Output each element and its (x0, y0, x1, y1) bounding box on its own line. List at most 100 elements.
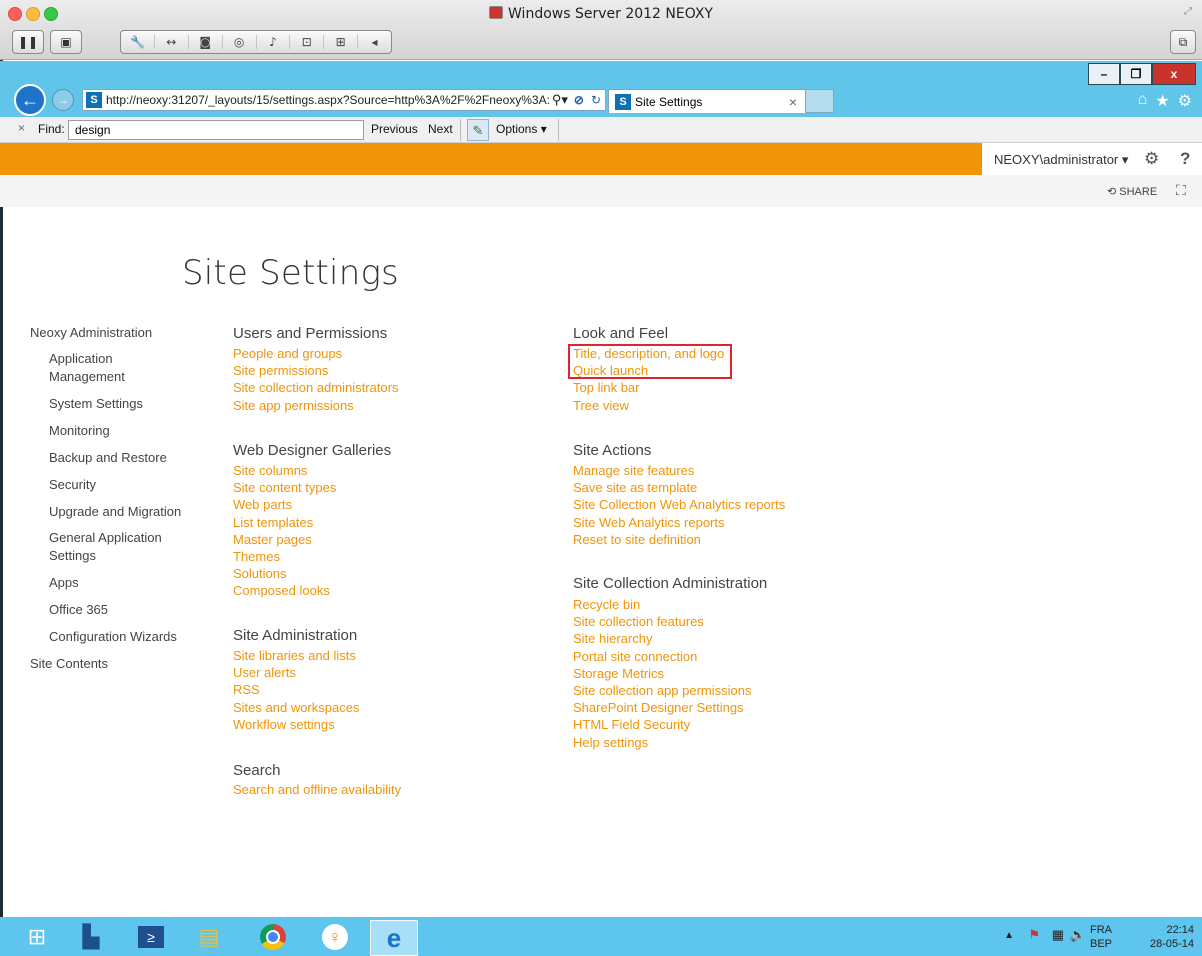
find-options-button[interactable]: Options ▾ (496, 122, 547, 136)
link[interactable]: Reset to site definition (573, 531, 785, 548)
restore-button[interactable]: ❐ (1120, 63, 1152, 85)
new-tab-button[interactable] (806, 89, 834, 113)
link[interactable]: Site collection app permissions (573, 682, 751, 699)
link[interactable]: Workflow settings (233, 716, 359, 733)
link[interactable]: Composed looks (233, 582, 336, 599)
search-icon[interactable]: ⚲▾ (549, 92, 571, 108)
refresh-icon[interactable]: ↻ (587, 93, 605, 107)
back-button[interactable]: ← (14, 84, 46, 116)
link[interactable]: Site hierarchy (573, 630, 751, 647)
address-url[interactable]: http://neoxy:31207/_layouts/15/settings.… (106, 93, 549, 107)
quick-launch-item[interactable]: Monitoring (49, 422, 110, 440)
find-next-button[interactable]: Next (428, 122, 453, 136)
action-center-icon[interactable]: ⚑ (1028, 927, 1040, 943)
quick-launch-item[interactable]: Office 365 (49, 601, 108, 619)
disk-icon[interactable]: ◙ (189, 35, 223, 49)
browser-tab[interactable]: S Site Settings × (608, 89, 806, 113)
accessibility-app-icon[interactable]: ♀ (312, 920, 358, 954)
link[interactable]: List templates (233, 514, 336, 531)
vm-app-icon (489, 6, 504, 19)
link[interactable]: SharePoint Designer Settings (573, 699, 751, 716)
volume-icon[interactable]: 🔈 (1070, 927, 1086, 943)
quick-launch-item[interactable]: Configuration Wizards (49, 628, 177, 646)
share-button[interactable]: ⟲ SHARE (1107, 185, 1157, 198)
link[interactable]: Search and offline availability (233, 781, 401, 798)
minimize-button[interactable]: – (1088, 63, 1120, 85)
link[interactable]: Site Collection Web Analytics reports (573, 496, 785, 513)
focus-on-content-icon[interactable]: ⛶ (1176, 182, 1186, 199)
link[interactable]: HTML Field Security (573, 716, 751, 733)
link[interactable]: User alerts (233, 664, 359, 681)
link[interactable]: Solutions (233, 565, 336, 582)
sharing-icon[interactable]: ⊞ (324, 35, 359, 49)
link[interactable]: Themes (233, 548, 336, 565)
link[interactable]: Master pages (233, 531, 336, 548)
gear-icon[interactable]: ⚙ (1178, 91, 1192, 111)
link[interactable]: Storage Metrics (573, 665, 751, 682)
close-button[interactable]: x (1152, 63, 1196, 85)
help-icon[interactable]: ? (1180, 149, 1190, 169)
quick-launch-item[interactable]: Security (49, 476, 96, 494)
quick-launch-item[interactable]: Upgrade and Migration (49, 503, 181, 521)
pause-button[interactable]: ❚❚ (12, 30, 44, 54)
settings-gear-icon[interactable]: ⚙ (1144, 149, 1159, 169)
link[interactable]: Site Web Analytics reports (573, 514, 785, 531)
link[interactable]: Sites and workspaces (233, 699, 359, 716)
stop-icon[interactable]: ⊘ (571, 93, 587, 107)
home-icon[interactable]: ⌂ (1138, 91, 1148, 111)
powershell-icon[interactable]: ≥ (128, 920, 174, 954)
link[interactable]: Site columns (233, 462, 336, 479)
find-previous-button[interactable]: Previous (371, 122, 418, 136)
highlight-pencil-icon[interactable]: ✎ (467, 119, 489, 141)
snapshot-button[interactable]: ▣ (50, 30, 82, 54)
clock[interactable]: 22:14 28-05-14 (1134, 923, 1194, 951)
chevron-left-icon[interactable]: ◂ (358, 35, 391, 49)
quick-launch-item[interactable]: General Application Settings (49, 529, 179, 565)
usb-icon[interactable]: ⊡ (290, 35, 325, 49)
link[interactable]: Site collection administrators (233, 379, 398, 396)
sound-icon[interactable]: ♪ (257, 35, 291, 49)
link[interactable]: Site content types (233, 479, 336, 496)
network-icon[interactable]: ▦ (1052, 927, 1064, 943)
link[interactable]: Site collection features (573, 613, 751, 630)
start-windows-icon[interactable]: ⊞ (14, 920, 60, 954)
link[interactable]: Top link bar (573, 379, 724, 396)
favorites-star-icon[interactable]: ★ (1155, 91, 1169, 111)
link[interactable]: Save site as template (573, 479, 785, 496)
quick-launch-site-contents[interactable]: Site Contents (30, 655, 108, 673)
forward-button[interactable]: → (52, 89, 74, 111)
user-menu[interactable]: NEOXY\administrator ▾ (994, 152, 1128, 168)
wrench-icon[interactable]: 🔧 (121, 35, 155, 49)
network-arrows-icon[interactable]: ↔ (155, 35, 189, 49)
link[interactable]: Help settings (573, 734, 751, 751)
quick-launch-root[interactable]: Neoxy Administration (30, 324, 152, 342)
input-language[interactable]: FRA BEP (1090, 923, 1120, 951)
file-explorer-icon[interactable]: ▤ (186, 920, 232, 954)
find-input[interactable] (68, 120, 364, 140)
quick-launch-item[interactable]: Backup and Restore (49, 449, 167, 467)
link[interactable]: Site app permissions (233, 397, 398, 414)
window-mode-button[interactable]: ⧉ (1170, 30, 1196, 54)
server-manager-icon[interactable]: ▙ (68, 920, 114, 954)
link[interactable]: Manage site features (573, 462, 785, 479)
link[interactable]: Web parts (233, 496, 336, 513)
link[interactable]: Site libraries and lists (233, 647, 359, 664)
link[interactable]: People and groups (233, 345, 398, 362)
link[interactable]: Recycle bin (573, 596, 751, 613)
fullscreen-icon[interactable]: ⤢ (1184, 6, 1192, 17)
address-bar[interactable]: S http://neoxy:31207/_layouts/15/setting… (82, 89, 606, 111)
tab-close-icon[interactable]: × (789, 94, 805, 110)
quick-launch-item[interactable]: Application Management (49, 350, 159, 386)
internet-explorer-icon[interactable]: e (370, 920, 418, 956)
quick-launch-item[interactable]: Apps (49, 574, 79, 592)
link[interactable]: RSS (233, 681, 359, 698)
section-title-galleries: Web Designer Galleries (233, 442, 392, 459)
link[interactable]: Site permissions (233, 362, 398, 379)
camera-icon[interactable]: ◎ (223, 35, 257, 49)
quick-launch-item[interactable]: System Settings (49, 395, 143, 413)
chrome-icon[interactable] (250, 920, 296, 954)
link[interactable]: Tree view (573, 397, 724, 414)
link[interactable]: Portal site connection (573, 648, 751, 665)
tray-expand-icon[interactable]: ▲ (1004, 930, 1014, 941)
find-close-icon[interactable]: × (18, 121, 25, 135)
